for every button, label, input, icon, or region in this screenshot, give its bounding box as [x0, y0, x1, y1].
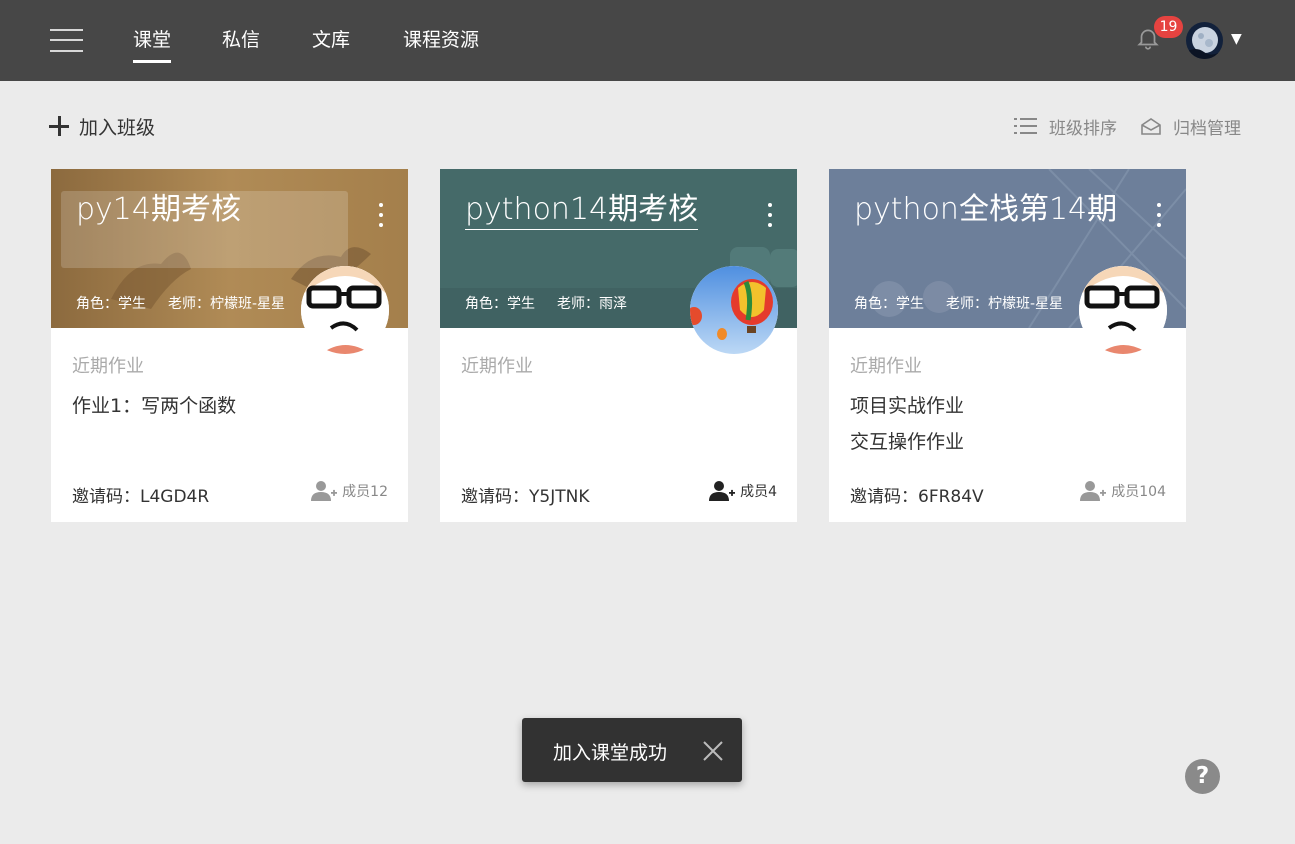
archive-management-label: 归档管理 [1173, 118, 1241, 139]
role-text: 角色：学生 [465, 296, 535, 312]
members-button[interactable]: 成员12 [311, 480, 388, 502]
user-menu-caret-icon[interactable]: ▼ [1231, 31, 1242, 47]
add-person-icon [709, 481, 736, 501]
more-vertical-icon[interactable] [758, 201, 782, 229]
toast-message: 加入课堂成功 [553, 742, 668, 764]
recent-assignments-label: 近期作业 [461, 356, 533, 377]
class-title[interactable]: python14期考核 [465, 191, 699, 230]
invite-code: 邀请码：6FR84V [850, 487, 984, 507]
recent-assignments-label: 近期作业 [72, 356, 144, 377]
sort-classes-button[interactable]: 班级排序 [1014, 114, 1117, 139]
toast-notification: 加入课堂成功 [522, 718, 742, 782]
class-title[interactable]: py14期考核 [76, 191, 241, 229]
user-avatar[interactable] [1186, 22, 1223, 59]
invite-code: 邀请码：Y5JTNK [461, 487, 590, 507]
members-count: 成员4 [740, 484, 777, 500]
plus-icon [49, 116, 69, 136]
role-text: 角色：学生 [76, 296, 146, 312]
top-navigation-bar: 课堂 私信 文库 课程资源 19 ▼ [0, 0, 1295, 81]
add-person-icon [1080, 481, 1107, 501]
add-person-icon [311, 481, 338, 501]
members-button[interactable]: 成员104 [1080, 480, 1166, 502]
invite-code: 邀请码：L4GD4R [72, 487, 210, 507]
sort-classes-label: 班级排序 [1049, 118, 1117, 139]
recent-assignments-label: 近期作业 [850, 356, 922, 377]
archive-box-icon [1141, 118, 1161, 135]
nav-tab-messages[interactable]: 私信 [222, 28, 260, 52]
class-meta: 角色：学生 老师：柠檬班-星星 [854, 293, 1063, 313]
assignment-item[interactable]: 作业1：写两个函数 [72, 391, 236, 418]
assignment-item[interactable]: 项目实战作业 [850, 391, 964, 418]
teacher-avatar [1079, 266, 1167, 354]
help-button[interactable]: ? [1185, 759, 1220, 794]
list-icon [1014, 118, 1037, 134]
teacher-text: 老师：柠檬班-星星 [946, 296, 1064, 312]
class-meta: 角色：学生 老师：雨泽 [465, 293, 627, 313]
members-count: 成员104 [1111, 484, 1166, 500]
nav-tab-library[interactable]: 文库 [312, 28, 350, 52]
teacher-avatar [690, 266, 778, 354]
assignment-item[interactable]: 交互操作作业 [850, 427, 964, 454]
teacher-avatar [301, 266, 389, 354]
members-button[interactable]: 成员4 [709, 480, 777, 502]
nav-tab-course-resources[interactable]: 课程资源 [403, 28, 479, 52]
join-class-label: 加入班级 [79, 116, 156, 139]
class-meta: 角色：学生 老师：柠檬班-星星 [76, 293, 285, 313]
close-icon[interactable] [702, 740, 724, 762]
class-card[interactable]: python14期考核 角色：学生 老师：雨泽 近期作业 邀请码：Y5JTNK 成… [440, 169, 797, 522]
members-count: 成员12 [342, 484, 388, 500]
more-vertical-icon[interactable] [369, 201, 393, 229]
notification-badge: 19 [1154, 16, 1183, 38]
class-card[interactable]: python全栈第14期 角色：学生 老师：柠檬班-星星 近期作业 项目实战作业 … [829, 169, 1186, 522]
class-card[interactable]: py14期考核 角色：学生 老师：柠檬班-星星 近期作业 作业1：写两个函数 邀请… [51, 169, 408, 522]
archive-management-button[interactable]: 归档管理 [1140, 114, 1241, 139]
class-title[interactable]: python全栈第14期 [854, 191, 1117, 229]
more-vertical-icon[interactable] [1147, 201, 1171, 229]
teacher-text: 老师：雨泽 [557, 296, 627, 312]
join-class-button[interactable]: 加入班级 [49, 114, 156, 139]
role-text: 角色：学生 [854, 296, 924, 312]
hamburger-menu-icon[interactable] [50, 27, 83, 53]
teacher-text: 老师：柠檬班-星星 [168, 296, 286, 312]
nav-tab-classroom[interactable]: 课堂 [133, 28, 172, 63]
